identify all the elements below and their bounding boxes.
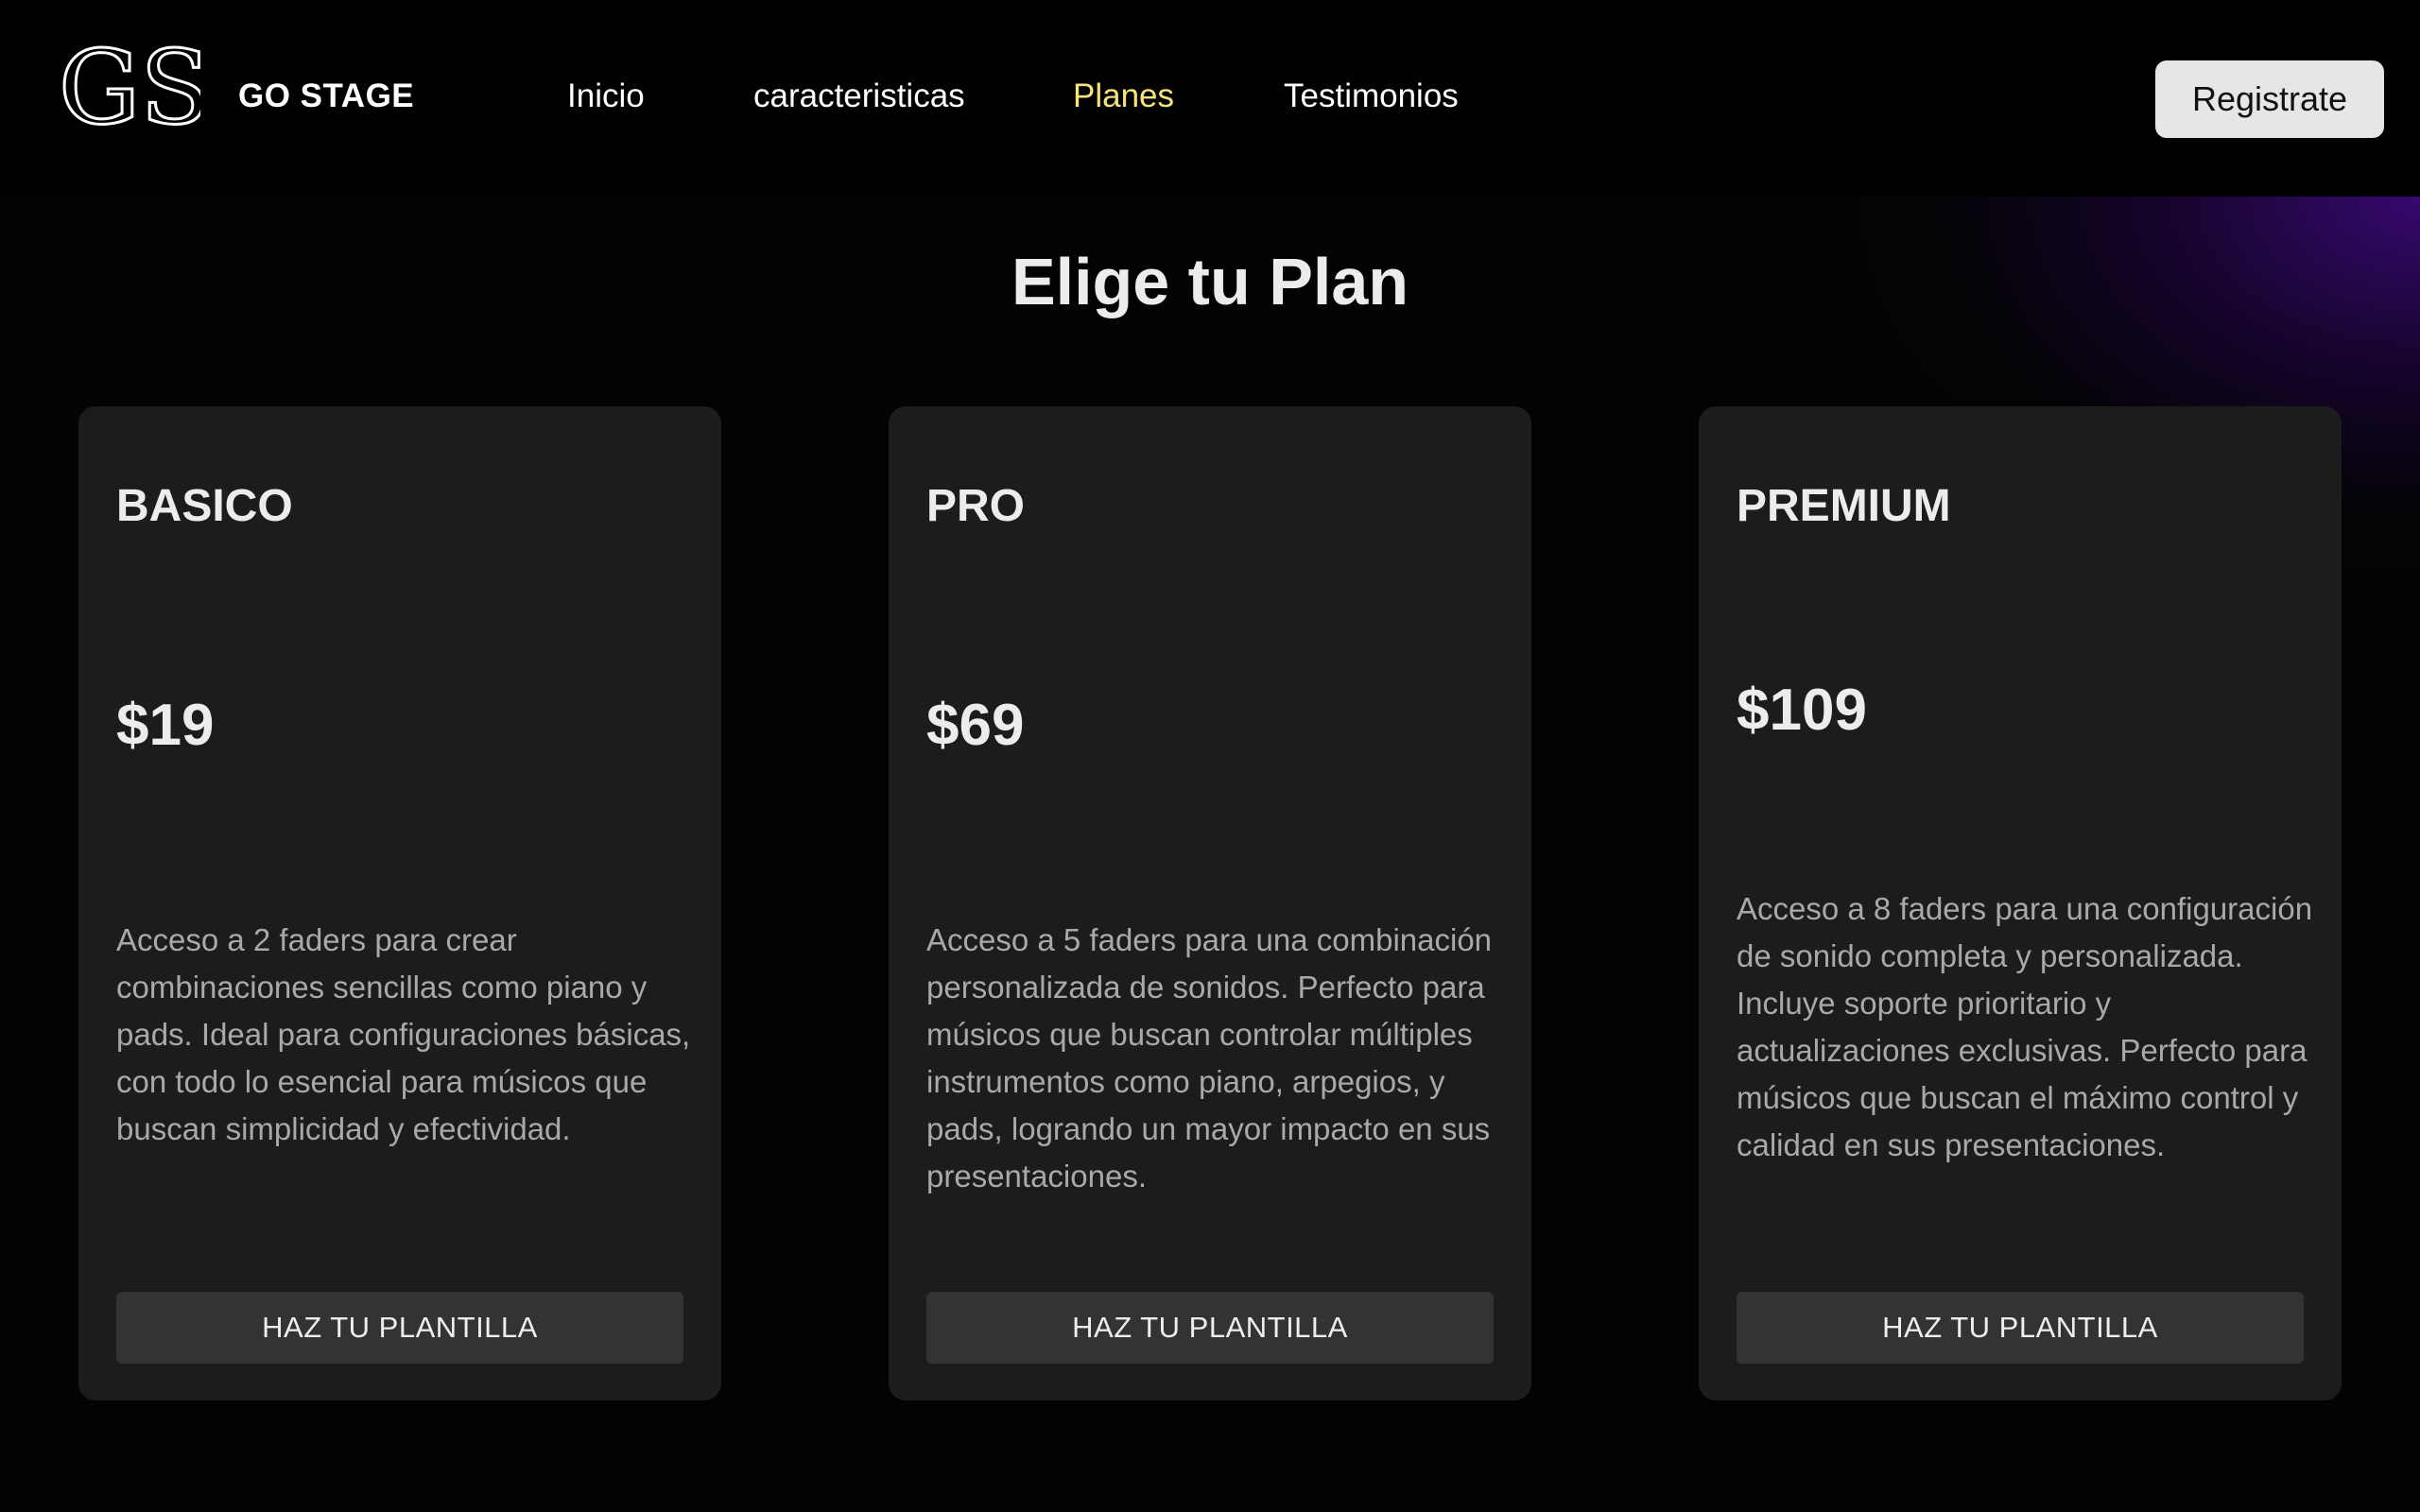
make-template-button[interactable]: HAZ TU PLANTILLA xyxy=(116,1292,683,1364)
nav-item-planes[interactable]: Planes xyxy=(1073,77,1174,115)
plan-price: $69 xyxy=(926,693,1025,758)
nav-item-caracteristicas[interactable]: caracteristicas xyxy=(753,77,965,115)
register-button[interactable]: Registrate xyxy=(2155,60,2384,138)
plan-description: Acceso a 8 faders para una configuración… xyxy=(1737,891,2313,1162)
gs-logo-icon[interactable]: GS xyxy=(58,28,212,149)
plan-card-premium: PREMIUM $109 Acceso a 8 faders para una … xyxy=(1699,406,2342,1400)
plan-name: BASICO xyxy=(116,481,293,531)
plan-card-pro: PRO $69 Acceso a 5 faders para una combi… xyxy=(889,406,1531,1400)
plan-price: $109 xyxy=(1737,678,1867,743)
nav-item-inicio[interactable]: Inicio xyxy=(567,77,645,115)
plan-card-basico: BASICO $19 Acceso a 2 faders para crear … xyxy=(78,406,721,1400)
plan-description: Acceso a 5 faders para una combinación p… xyxy=(926,922,1493,1194)
nav-item-testimonios[interactable]: Testimonios xyxy=(1284,77,1459,115)
make-template-button[interactable]: HAZ TU PLANTILLA xyxy=(1737,1292,2304,1364)
logo-letters: GS xyxy=(59,36,200,147)
plan-name: PREMIUM xyxy=(1737,481,1951,531)
plan-description: Acceso a 2 faders para crear combinacion… xyxy=(116,922,691,1146)
top-navbar: GS GO STAGE Inicio caracteristicas Plane… xyxy=(0,0,2420,197)
plan-name: PRO xyxy=(926,481,1026,531)
brand-name: GO STAGE xyxy=(238,77,415,114)
plan-price: $19 xyxy=(116,693,215,758)
make-template-button[interactable]: HAZ TU PLANTILLA xyxy=(926,1292,1494,1364)
page-title: Elige tu Plan xyxy=(1011,245,1409,318)
